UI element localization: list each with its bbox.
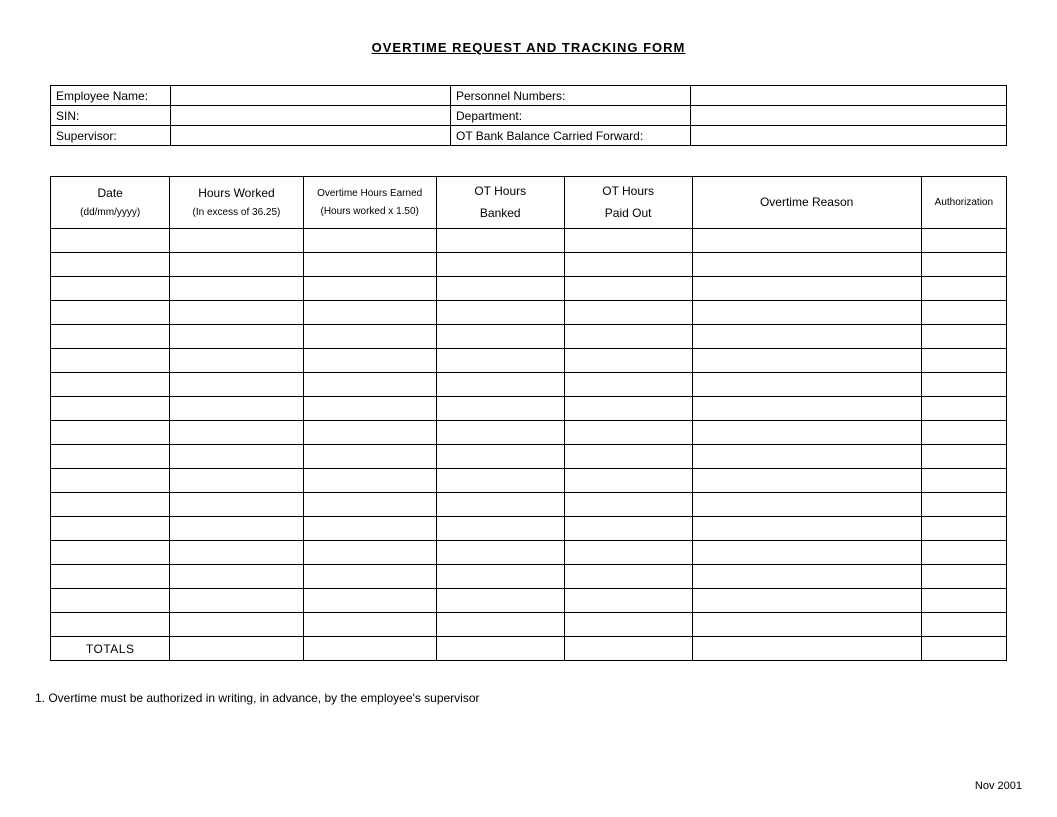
employee-info-table: Employee Name: Personnel Numbers: SIN: D… (50, 85, 1007, 146)
footer-date: Nov 2001 (975, 780, 1022, 792)
table-row (51, 517, 1007, 541)
col-header-ot-paid: OT Hours Paid Out (564, 177, 692, 229)
employee-name-label: Employee Name: (51, 86, 171, 106)
ot-bank-label: OT Bank Balance Carried Forward: (451, 126, 691, 146)
col-header-ot-banked: OT Hours Banked (436, 177, 564, 229)
col-header-date: Date (dd/mm/yyyy) (51, 177, 170, 229)
department-value (691, 106, 1007, 126)
col-header-hours-worked: Hours Worked (In excess of 36.25) (170, 177, 303, 229)
table-row (51, 589, 1007, 613)
table-row (51, 493, 1007, 517)
table-row (51, 445, 1007, 469)
sin-label: SIN: (51, 106, 171, 126)
table-row (51, 229, 1007, 253)
col-earned-label: Overtime Hours Earned (317, 188, 422, 199)
personnel-numbers-value (691, 86, 1007, 106)
tracking-tbody: TOTALS (51, 229, 1007, 661)
department-label: Department: (451, 106, 691, 126)
col-date-sub: (dd/mm/yyyy) (53, 204, 167, 222)
table-row (51, 349, 1007, 373)
table-row (51, 325, 1007, 349)
table-row (51, 421, 1007, 445)
footnote: 1. Overtime must be authorized in writin… (35, 691, 1007, 705)
personnel-numbers-label: Personnel Numbers: (451, 86, 691, 106)
form-title: OVERTIME REQUEST AND TRACKING FORM (50, 40, 1007, 55)
table-row (51, 301, 1007, 325)
col-hours-label: Hours Worked (198, 186, 274, 200)
table-row (51, 469, 1007, 493)
table-row (51, 541, 1007, 565)
ot-bank-value (691, 126, 1007, 146)
tracking-table: Date (dd/mm/yyyy) Hours Worked (In exces… (50, 176, 1007, 661)
col-header-reason: Overtime Reason (692, 177, 921, 229)
col-banked-label: OT Hours (474, 184, 526, 198)
col-hours-sub: (In excess of 36.25) (172, 204, 300, 222)
supervisor-label: Supervisor: (51, 126, 171, 146)
table-row (51, 565, 1007, 589)
col-date-label: Date (98, 186, 123, 200)
supervisor-value (171, 126, 451, 146)
sin-value (171, 106, 451, 126)
col-header-auth: Authorization (921, 177, 1006, 229)
table-row (51, 397, 1007, 421)
table-row (51, 373, 1007, 397)
col-header-ot-earned: Overtime Hours Earned (Hours worked x 1.… (303, 177, 436, 229)
col-paid-sub: Paid Out (567, 203, 690, 225)
col-earned-sub: (Hours worked x 1.50) (306, 203, 434, 221)
table-row (51, 253, 1007, 277)
totals-row: TOTALS (51, 637, 1007, 661)
table-row (51, 277, 1007, 301)
table-row (51, 613, 1007, 637)
totals-label: TOTALS (51, 637, 170, 661)
employee-name-value (171, 86, 451, 106)
col-paid-label: OT Hours (602, 184, 654, 198)
col-banked-sub: Banked (439, 203, 562, 225)
